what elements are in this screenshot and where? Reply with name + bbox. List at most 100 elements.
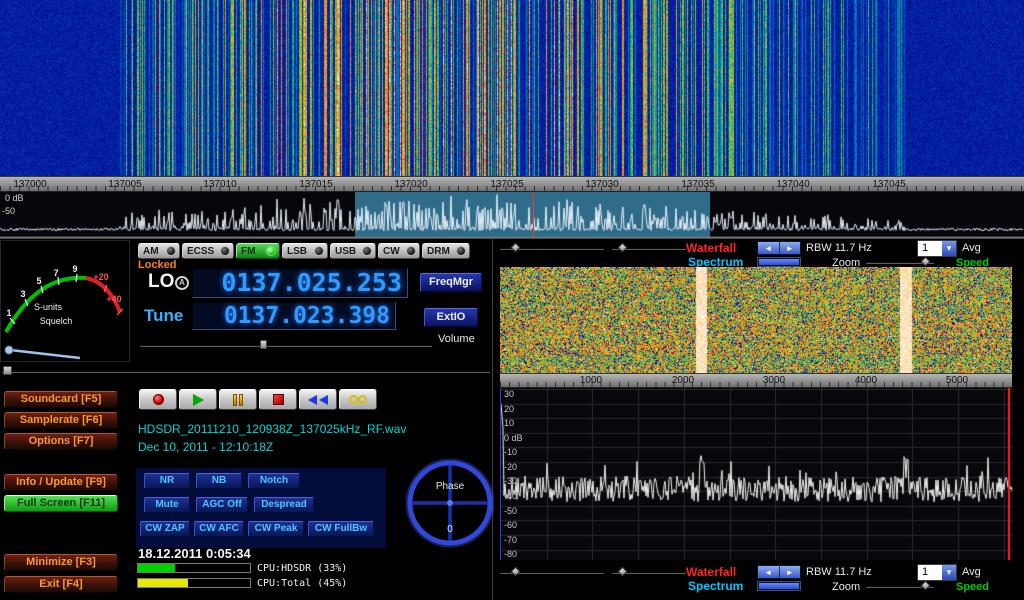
mode-ecss-button[interactable]: ECSS: [182, 243, 234, 259]
af-waterfall[interactable]: [500, 267, 1012, 373]
lock-icon[interactable]: A: [175, 276, 189, 290]
mode-usb-button[interactable]: USB: [330, 243, 376, 259]
soundcard-button[interactable]: Soundcard [F5]: [4, 391, 118, 408]
right-arrow-icon[interactable]: ►: [780, 242, 801, 254]
avg-select-top[interactable]: 1 ▾: [917, 240, 957, 257]
right-arrow-icon[interactable]: ►: [780, 566, 801, 578]
avg-select-bottom[interactable]: 1 ▾: [917, 564, 957, 581]
slider-track[interactable]: [140, 344, 432, 347]
nr-button[interactable]: NR: [144, 473, 190, 489]
slider-thumb[interactable]: [260, 340, 267, 349]
waterfall-contrast-slider-bottom[interactable]: [612, 567, 686, 577]
waterfall-contrast-slider-top[interactable]: [612, 243, 686, 253]
mode-drm-button[interactable]: DRM: [422, 243, 470, 259]
options-button[interactable]: Options [F7]: [4, 433, 118, 450]
main-spectrum[interactable]: [0, 192, 1024, 237]
phase-dial[interactable]: Phase 0: [406, 458, 494, 548]
slider-thumb[interactable]: [618, 243, 628, 253]
fullscreen-button[interactable]: Full Screen [F11]: [4, 495, 118, 512]
pan-scrollbar-fill: [759, 259, 799, 265]
af-ruler-label: 5000: [933, 375, 981, 386]
extio-button[interactable]: ExtIO: [424, 308, 478, 327]
mode-label: LSB: [287, 246, 307, 257]
phase-center-dot: [447, 500, 453, 506]
cpu-hdsdr-bar: [137, 563, 251, 573]
mode-am-button[interactable]: AM: [138, 243, 180, 259]
tune-frequency-display[interactable]: 0137.023.398: [192, 302, 396, 330]
af-db-tick: 10: [504, 418, 514, 428]
main-frequency-ruler[interactable]: 137000 137005 137010 137015 137020 13702…: [0, 176, 1024, 192]
nb-button[interactable]: NB: [196, 473, 242, 489]
samplerate-button[interactable]: Samplerate [F6]: [4, 412, 118, 429]
af-frequency-ruler[interactable]: 1000 2000 3000 4000 5000: [500, 373, 1012, 388]
slider-thumb[interactable]: [921, 257, 931, 267]
zoom-slider-bottom[interactable]: [866, 581, 934, 591]
info-update-button[interactable]: Info / Update [F9]: [4, 474, 118, 491]
slider-thumb[interactable]: [3, 366, 12, 375]
cw-fullbw-button[interactable]: CW FullBw: [308, 521, 374, 537]
zoom-slider-top[interactable]: [866, 257, 934, 267]
slider-thumb[interactable]: [511, 567, 521, 577]
main-waterfall[interactable]: [0, 0, 1024, 176]
squelch-knob[interactable]: [5, 346, 13, 354]
squelch-slider[interactable]: [2, 366, 490, 376]
slider-track[interactable]: [2, 370, 490, 373]
mode-led: [167, 247, 175, 255]
rewind-button[interactable]: [299, 389, 337, 410]
waterfall-label-top[interactable]: Waterfall: [686, 241, 736, 255]
lo-label: LO: [148, 271, 174, 293]
play-button[interactable]: [179, 389, 217, 410]
mute-button[interactable]: Mute: [144, 497, 190, 513]
play-icon: [193, 394, 204, 406]
freq-ruler-label: 137035: [674, 179, 722, 190]
cpu-total-label: CPU:Total (45%): [257, 578, 347, 589]
left-arrow-icon[interactable]: ◄: [758, 566, 780, 578]
loop-button[interactable]: [339, 389, 377, 410]
lo-frequency-display[interactable]: 0137.025.253: [192, 268, 408, 298]
dropdown-arrow-icon[interactable]: ▾: [942, 565, 956, 580]
minimize-button[interactable]: Minimize [F3]: [4, 554, 118, 571]
af-ruler-label: 1000: [567, 375, 615, 386]
mode-fm-button[interactable]: FM: [236, 243, 280, 259]
exit-button[interactable]: Exit [F4]: [4, 576, 118, 593]
pan-arrows-top: ◄ ►: [757, 241, 801, 255]
slider-thumb[interactable]: [618, 567, 628, 577]
cw-afc-button[interactable]: CW AFC: [194, 521, 244, 537]
stop-button[interactable]: [259, 389, 297, 410]
pause-button[interactable]: [219, 389, 257, 410]
dropdown-arrow-icon[interactable]: ▾: [942, 241, 956, 256]
slider-thumb[interactable]: [511, 243, 521, 253]
loop-icon: [349, 395, 358, 404]
record-button[interactable]: [139, 389, 177, 410]
mode-label: DRM: [427, 246, 450, 257]
agc-off-button[interactable]: AGC Off: [196, 497, 248, 513]
mode-led: [315, 247, 323, 255]
notch-button[interactable]: Notch: [248, 473, 300, 489]
spectrum-label-bottom[interactable]: Spectrum: [688, 579, 743, 593]
left-arrow-icon[interactable]: ◄: [758, 242, 780, 254]
freq-ruler-label: 137030: [578, 179, 626, 190]
af-spectrum[interactable]: [501, 388, 1013, 560]
cpu-total-fill: [138, 579, 188, 587]
speed-label-bottom: Speed: [956, 581, 989, 593]
pan-scrollbar-bottom[interactable]: [757, 581, 801, 591]
freq-ruler-label: 137015: [292, 179, 340, 190]
s-meter-tick-label: 5: [36, 276, 41, 286]
slider-thumb[interactable]: [921, 581, 931, 591]
freq-ruler-label: 137005: [101, 179, 149, 190]
pan-scrollbar-top[interactable]: [757, 257, 801, 267]
waterfall-brightness-slider-bottom[interactable]: [500, 567, 604, 577]
cw-peak-button[interactable]: CW Peak: [248, 521, 304, 537]
waterfall-brightness-slider-top[interactable]: [500, 243, 604, 253]
main-spectrum-area[interactable]: 0 dB -50: [0, 192, 1024, 237]
mode-cw-button[interactable]: CW: [378, 243, 420, 259]
freqmgr-button[interactable]: FreqMgr: [420, 273, 482, 292]
waterfall-label-bottom[interactable]: Waterfall: [686, 565, 736, 579]
cw-zap-button[interactable]: CW ZAP: [140, 521, 190, 537]
tune-label: Tune: [144, 306, 183, 326]
mode-lsb-button[interactable]: LSB: [282, 243, 328, 259]
volume-slider[interactable]: [140, 340, 432, 350]
despread-button[interactable]: Despread: [254, 497, 314, 513]
af-spectrum-area[interactable]: 30 20 10 0 dB -10 -20 -30 -40 -50 -60 -7…: [500, 388, 1012, 560]
s-meter: 1 3 5 7 9 +20 +40 S-units Squelch: [0, 240, 130, 362]
